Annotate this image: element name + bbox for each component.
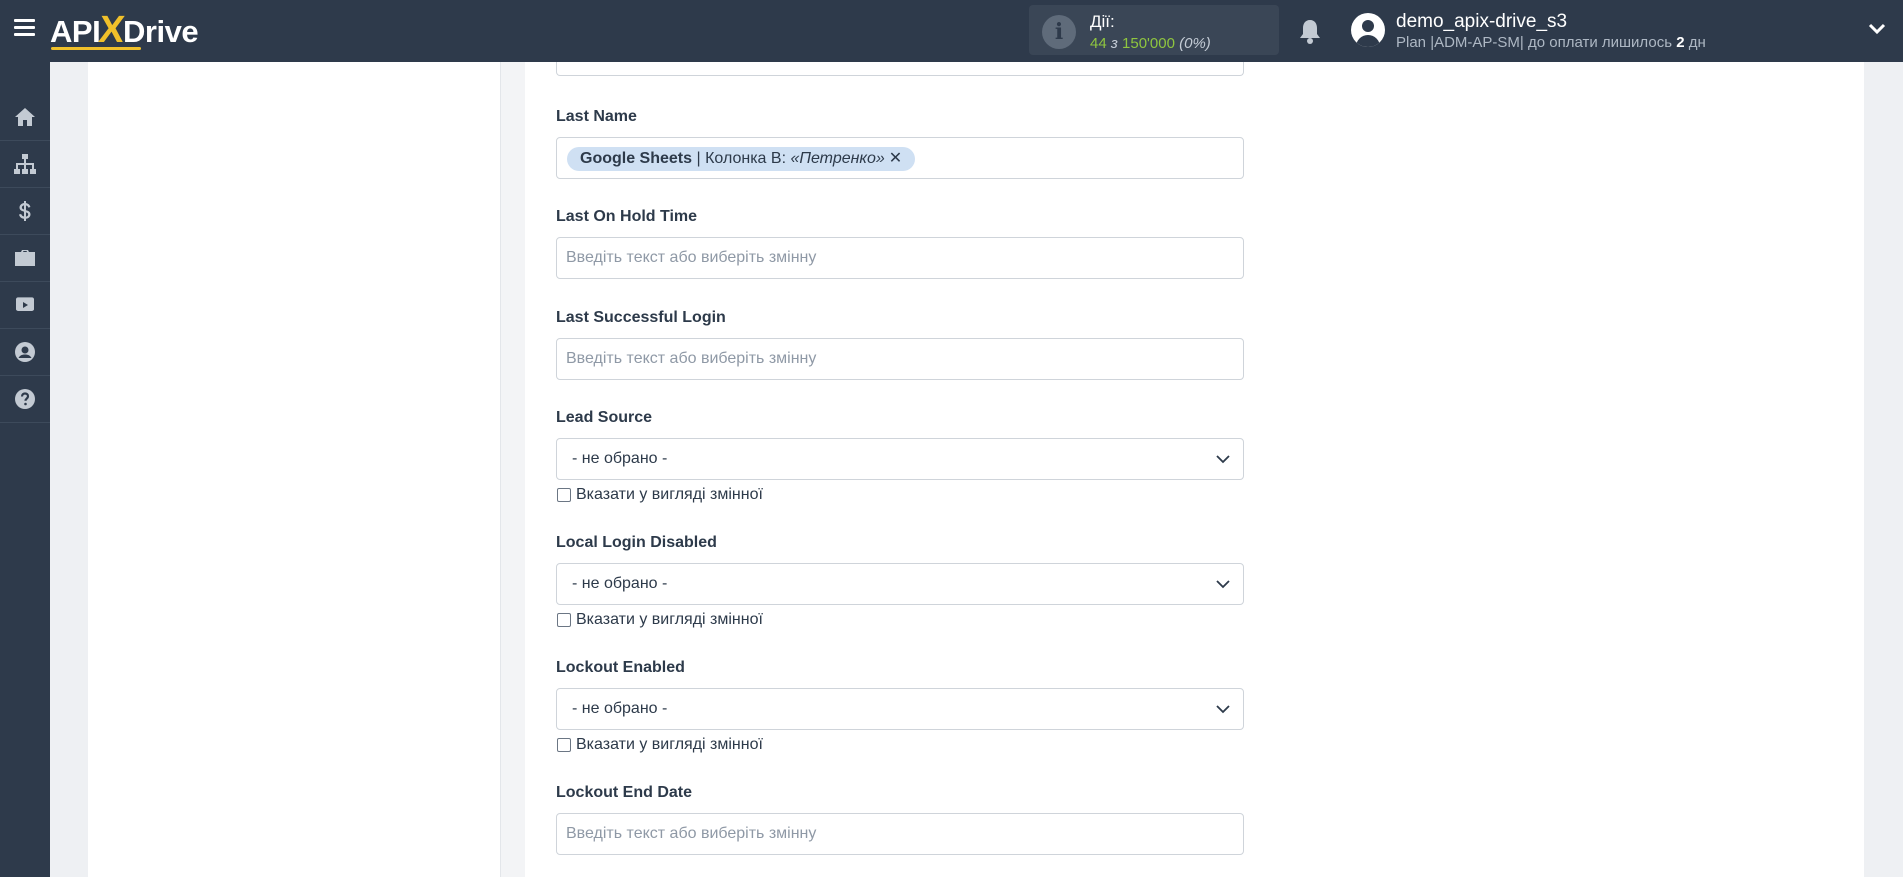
- avatar[interactable]: [1351, 13, 1385, 47]
- field-label: Local Login Disabled: [556, 534, 717, 551]
- chevron-down-icon: [1216, 705, 1230, 714]
- sidebar-item-profile[interactable]: [0, 329, 50, 376]
- dollar-icon: [19, 201, 31, 221]
- sidebar: [0, 62, 50, 877]
- sidebar-item-video[interactable]: [0, 282, 50, 329]
- info-icon: i: [1042, 15, 1076, 49]
- chevron-down-icon[interactable]: [1868, 22, 1886, 36]
- sidebar-item-help[interactable]: [0, 376, 50, 423]
- chevron-down-icon: [1216, 455, 1230, 464]
- checkbox-label: Вказати у вигляді змінної: [576, 611, 763, 628]
- field-label: Last Name: [556, 108, 637, 125]
- checkbox-label: Вказати у вигляді змінної: [576, 736, 763, 753]
- close-icon[interactable]: ✕: [889, 147, 902, 171]
- actions-label: Дії:: [1090, 12, 1115, 31]
- user-circle-icon: [15, 342, 35, 362]
- placeholder: Введіть текст або виберіть змінну: [566, 249, 817, 266]
- field-label: Lockout Enabled: [556, 659, 685, 676]
- plan-info: Plan |ADM-AP-SM| до оплати лишилось 2 дн: [1396, 34, 1706, 51]
- placeholder: Введіть текст або виберіть змінну: [566, 825, 817, 842]
- home-icon: [15, 108, 35, 126]
- checkbox[interactable]: [557, 613, 571, 627]
- field-lead-source: Lead Source - не обрано - Вказати у вигл…: [556, 408, 1244, 505]
- checkbox[interactable]: [557, 738, 571, 752]
- briefcase-icon: [15, 250, 35, 266]
- column-gutter: [501, 62, 525, 877]
- lead-source-select[interactable]: - не обрано -: [556, 438, 1244, 480]
- last-name-input[interactable]: Google Sheets | Колонка B: «Петренко» ✕: [556, 137, 1244, 179]
- selected-value: - не обрано -: [572, 450, 668, 467]
- field-last-name: Last Name Google Sheets | Колонка B: «Пе…: [556, 107, 1244, 179]
- sidebar-item-billing[interactable]: [0, 188, 50, 235]
- sidebar-item-services[interactable]: [0, 235, 50, 282]
- field-label: Last Successful Login: [556, 309, 726, 326]
- variable-checkbox-row[interactable]: Вказати у вигляді змінної: [556, 610, 1244, 630]
- top-bar: APIXDrive i Дії: 44 з 150'000 (0%) demo_…: [0, 0, 1903, 62]
- field-input-partial[interactable]: [556, 62, 1244, 76]
- variable-checkbox-row[interactable]: Вказати у вигляді змінної: [556, 735, 1244, 755]
- field-local-login-disabled: Local Login Disabled - не обрано - Вказа…: [556, 533, 1244, 630]
- app-logo[interactable]: APIXDrive: [50, 9, 199, 52]
- lockout-enabled-select[interactable]: - не обрано -: [556, 688, 1244, 730]
- local-login-disabled-select[interactable]: - не обрано -: [556, 563, 1244, 605]
- selected-value: - не обрано -: [572, 700, 668, 717]
- sitemap-icon: [14, 154, 36, 174]
- field-lockout-end-date: Lockout End Date Введіть текст або вибер…: [556, 783, 1244, 855]
- selected-value: - не обрано -: [572, 575, 668, 592]
- menu-icon[interactable]: [14, 19, 35, 37]
- actions-count: 44 з 150'000 (0%): [1090, 35, 1211, 52]
- username[interactable]: demo_apix-drive_s3: [1396, 11, 1567, 33]
- last-on-hold-time-input[interactable]: Введіть текст або виберіть змінну: [556, 237, 1244, 279]
- chevron-down-icon: [1216, 580, 1230, 589]
- checkbox-label: Вказати у вигляді змінної: [576, 486, 763, 503]
- field-last-successful-login: Last Successful Login Введіть текст або …: [556, 308, 1244, 380]
- sidebar-item-connections[interactable]: [0, 141, 50, 188]
- field-label: Lockout End Date: [556, 784, 693, 801]
- field-lockout-enabled: Lockout Enabled - не обрано - Вказати у …: [556, 658, 1244, 755]
- bell-icon[interactable]: [1298, 18, 1322, 44]
- last-successful-login-input[interactable]: Введіть текст або виберіть змінну: [556, 338, 1244, 380]
- field-label: Lead Source: [556, 409, 653, 426]
- lockout-end-date-input[interactable]: Введіть текст або виберіть змінну: [556, 813, 1244, 855]
- youtube-icon: [16, 297, 34, 311]
- actions-counter[interactable]: i Дії: 44 з 150'000 (0%): [1029, 5, 1279, 55]
- field-last-on-hold-time: Last On Hold Time Введіть текст або вибе…: [556, 207, 1244, 279]
- variable-tag[interactable]: Google Sheets | Колонка B: «Петренко» ✕: [567, 147, 916, 171]
- placeholder: Введіть текст або виберіть змінну: [566, 350, 817, 367]
- checkbox[interactable]: [557, 488, 571, 502]
- field-label: Last On Hold Time: [556, 208, 698, 225]
- variable-checkbox-row[interactable]: Вказати у вигляді змінної: [556, 485, 1244, 505]
- sidebar-item-home[interactable]: [0, 94, 50, 141]
- help-circle-icon: [15, 389, 35, 409]
